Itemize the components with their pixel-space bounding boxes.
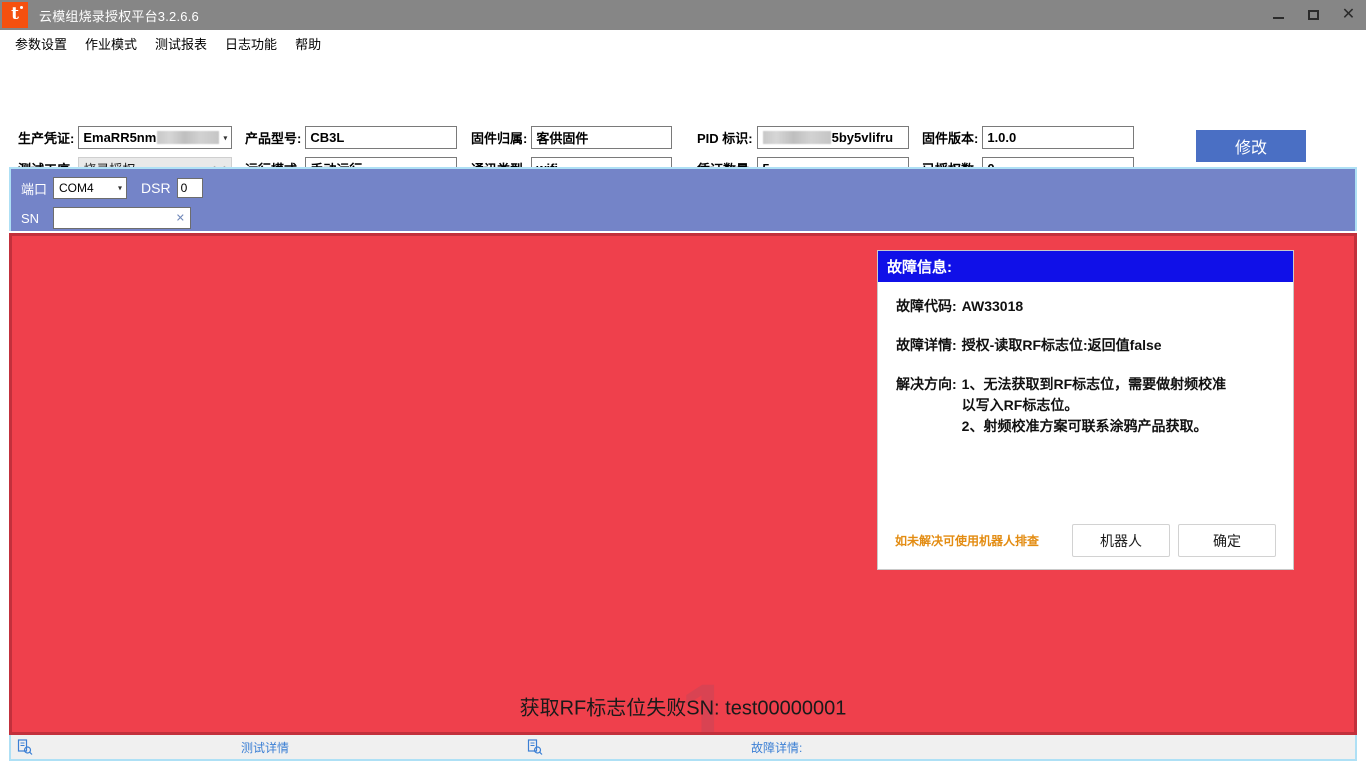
status-message: 获取RF标志位失败SN: test00000001 [519,697,847,720]
input-production-cert[interactable]: EmaRR5nm ▾ [78,126,233,149]
menu-item-report[interactable]: 测试报表 [146,31,216,56]
solution-line-1: 1、无法获取到RF标志位，需要做射频校准 [961,376,1227,392]
inspect-icon[interactable] [527,739,543,755]
solution-line-2: 以写入RF标志位。 [961,397,1079,413]
label-sn: SN [21,210,40,226]
combo-port[interactable]: COM4 ▾ [53,177,127,199]
redaction-block [157,131,220,144]
robot-button[interactable]: 机器人 [1072,524,1170,557]
error-solution-line: 解决方向: 1、无法获取到RF标志位，需要做射频校准 以写入RF标志位。 2、射… [896,374,1279,437]
menu-bar: 参数设置 作业模式 测试报表 日志功能 帮助 [0,30,1366,57]
status-bar: 测试详情 故障详情: [9,735,1357,761]
label-production-cert: 生产凭证: [18,131,75,146]
input-pid[interactable]: 5by5vlifru [756,126,909,149]
menu-item-help[interactable]: 帮助 [286,31,330,56]
parameter-form: 生产凭证: EmaRR5nm ▾ 产品型号: CB3L 固件归属: 客供固件 P… [0,57,1366,214]
chevron-down-icon[interactable]: ▾ [223,133,227,142]
robot-hint-text: 如未解决可使用机器人排查 [895,534,1040,548]
menu-item-jobmode[interactable]: 作业模式 [76,31,146,56]
value-firmware-version: 1.0.0 [987,130,1017,145]
input-sn[interactable]: ✕ [53,207,191,229]
error-detail-label: 故障详情: [896,337,957,353]
confirm-button[interactable]: 确定 [1178,524,1276,557]
input-firmware-owner[interactable]: 客供固件 [531,126,673,149]
tuya-logo-icon: t [2,2,28,28]
value-production-cert: EmaRR5nm [83,130,157,145]
input-product-model[interactable]: CB3L [305,126,458,149]
test-detail-link[interactable]: 测试详情 [241,739,289,756]
menu-item-params[interactable]: 参数设置 [6,31,76,56]
label-firmware-owner: 固件归属: [471,131,528,146]
port-row: 端口 COM4 ▾ DSR 0 [21,175,1355,201]
label-firmware-version: 固件版本: [922,131,979,146]
error-code-label: 故障代码: [896,298,957,314]
error-solution-value: 1、无法获取到RF标志位，需要做射频校准 以写入RF标志位。 2、射频校准方案可… [962,374,1226,437]
error-dialog-body: 故障代码: AW33018 故障详情: 授权-读取RF标志位:返回值false … [878,282,1293,437]
label-dsr: DSR [141,180,171,196]
field-firmware-version: 固件版本: 1.0.0 [922,126,1135,149]
field-production-cert: 生产凭证: EmaRR5nm ▾ [18,126,233,149]
error-detail-line: 故障详情: 授权-读取RF标志位:返回值false [896,335,1279,356]
port-toolbar: 端口 COM4 ▾ DSR 0 SN ✕ [9,167,1357,231]
sn-row: SN ✕ [21,205,1355,231]
field-pid: PID 标识: 5by5vlifru [697,126,909,149]
input-firmware-version[interactable]: 1.0.0 [982,126,1135,149]
error-dialog-footer: 如未解决可使用机器人排查 机器人 确定 [878,524,1293,557]
title-bar: t 云模组烧录授权平台3.2.6.6 ✕ [0,0,1366,30]
value-pid: 5by5vlifru [831,130,894,145]
value-dsr: 0 [176,178,203,198]
redaction-block [762,131,831,144]
error-code-line: 故障代码: AW33018 [896,296,1279,317]
window-title: 云模组烧录授权平台3.2.6.6 [39,8,199,24]
inspect-icon[interactable] [17,739,33,755]
window-controls: ✕ [1261,0,1366,30]
value-product-model: CB3L [310,130,345,145]
close-icon[interactable]: ✕ [1331,0,1366,30]
value-firmware-owner: 客供固件 [536,131,589,146]
label-pid: PID 标识: [697,131,753,146]
error-code-value: AW33018 [961,298,1024,314]
error-solution-label: 解决方向: [896,376,957,392]
field-product-model: 产品型号: CB3L [245,126,458,149]
maximize-icon[interactable] [1296,0,1331,30]
label-product-model: 产品型号: [245,131,302,146]
error-dialog: 故障信息: 故障代码: AW33018 故障详情: 授权-读取RF标志位:返回值… [877,250,1294,570]
minimize-icon[interactable] [1261,0,1296,30]
field-firmware-owner: 固件归属: 客供固件 [471,126,673,149]
solution-line-3: 2、射频校准方案可联系涂鸦产品获取。 [961,418,1208,434]
clear-icon[interactable]: ✕ [176,212,185,225]
status-panel: 1 获取RF标志位失败SN: test00000001 故障信息: 故障代码: … [9,233,1357,735]
label-port: 端口 [21,181,48,197]
value-port: COM4 [59,181,94,195]
error-detail-value: 授权-读取RF标志位:返回值false [961,337,1162,353]
menu-item-log[interactable]: 日志功能 [216,31,286,56]
fault-detail-link[interactable]: 故障详情: [751,739,802,756]
error-dialog-title: 故障信息: [878,251,1293,282]
chevron-down-icon[interactable]: ▾ [118,184,122,193]
modify-button[interactable]: 修改 [1196,130,1306,162]
